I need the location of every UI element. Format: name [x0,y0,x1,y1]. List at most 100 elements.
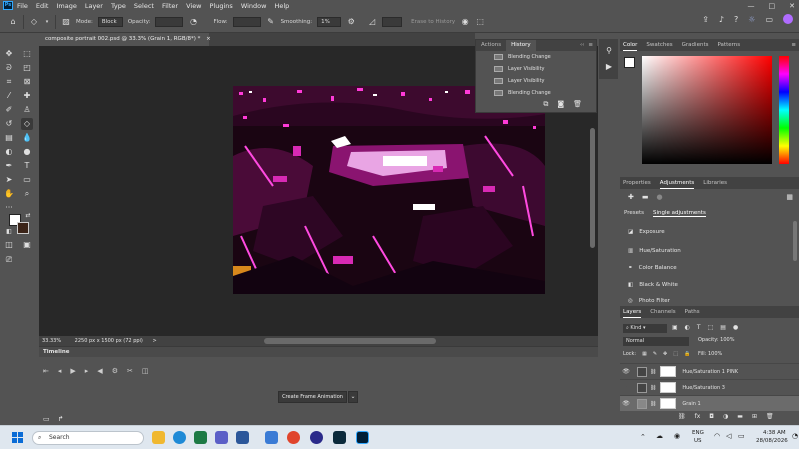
collapse-icon[interactable]: ‹‹ [580,40,588,51]
canvas-image[interactable] [233,86,545,294]
chevron-down-icon[interactable]: ⌄ [348,391,358,403]
notification-bell-icon[interactable]: ◔ [792,432,798,440]
adjustment-icon[interactable]: ◑ [723,413,728,420]
horizontal-scrollbar[interactable] [264,338,436,344]
language-top[interactable]: ENG [692,430,704,436]
eraser-tool-icon[interactable]: ◇ [21,118,33,130]
adjustment-filter-icon[interactable]: ◐ [685,324,690,331]
menu-type[interactable]: Type [111,2,126,10]
tab-single-adjustments[interactable]: Single adjustments [653,210,706,217]
new-layer-icon[interactable]: ⊞ [752,413,757,420]
help-icon[interactable]: ? [734,15,738,24]
quick-mask-icon[interactable]: ◫ [3,239,15,251]
angle-field[interactable] [382,16,403,27]
edit-toolbar-icon[interactable]: ⎚ [3,254,15,266]
grid-view-icon[interactable]: ▦ [786,193,793,201]
blend-mode-select[interactable]: Normal [623,337,689,346]
vertical-scrollbar[interactable] [590,128,595,248]
layer-mask-thumbnail[interactable] [660,382,677,393]
battery-icon[interactable]: ▭ [738,432,745,440]
adjustment-black-white[interactable]: ◧ Black & White [628,279,678,291]
maximize-button[interactable]: □ [769,2,776,10]
shape-filter-icon[interactable]: ⬚ [708,324,714,331]
brush-tool-icon[interactable]: ✐ [3,104,15,116]
pen-tool-icon[interactable]: ✒ [3,160,15,172]
eye-icon[interactable]: 👁 [620,400,632,407]
close-tab-icon[interactable]: × [206,36,211,42]
bell-icon[interactable]: ♪ [719,15,724,24]
screen-mode-icon[interactable]: ▣ [21,239,33,251]
panel-menu-icon[interactable]: ≡ [791,39,799,51]
home-icon[interactable]: ⌂ [8,17,18,27]
transition-icon[interactable]: ◫ [142,367,149,375]
tab-properties[interactable]: Properties [623,177,651,189]
create-frame-animation-button[interactable]: Create Frame Animation [278,391,347,403]
language-bottom[interactable]: US [694,438,702,444]
brush-settings-icon[interactable]: ▨ [61,17,71,27]
adjustment-exposure[interactable]: ◪ Exposure [628,226,665,238]
play-icon[interactable]: ▶ [70,367,75,375]
eye-icon[interactable]: 👁 [620,368,632,375]
add-mask-icon[interactable]: ◘ [709,413,714,420]
tab-swatches[interactable]: Swatches [646,39,672,51]
lock-position-icon[interactable]: ✥ [663,351,667,357]
adjustment-hue-saturation[interactable]: ▥ Hue/Saturation [628,245,681,257]
history-item[interactable]: Blending Change [476,51,596,63]
discover-icon[interactable]: ☼ [748,15,755,24]
type-tool-icon[interactable]: T [21,160,33,172]
smart-filter-icon[interactable]: ▤ [720,324,726,331]
marquee-tool-icon[interactable]: ⬚ [21,48,33,60]
tab-adjustments[interactable]: Adjustments [659,177,695,189]
tab-history[interactable]: History [506,40,536,51]
group-icon[interactable]: ▬ [737,413,743,420]
trash-icon[interactable]: 🗑 [766,413,774,420]
app-icon[interactable] [265,431,278,444]
folder-icon[interactable]: ▬ [642,193,649,201]
edge-icon[interactable] [173,431,186,444]
menu-plugins[interactable]: Plugins [210,2,233,10]
zoom-tool-icon[interactable]: ⌕ [21,188,33,200]
stamp-tool-icon[interactable]: ♙ [21,104,33,116]
avatar[interactable] [783,14,793,24]
render-icon[interactable]: ↱ [58,415,64,423]
teams-icon[interactable] [215,431,228,444]
path-select-tool-icon[interactable]: ➤ [3,174,15,186]
menu-layer[interactable]: Layer [85,2,103,10]
split-icon[interactable]: ✂ [127,367,133,375]
fx-icon[interactable]: fx [695,413,701,420]
lock-pixels-icon[interactable]: ✎ [653,351,657,357]
tab-layers[interactable]: Layers [623,306,642,318]
word-icon[interactable] [236,431,249,444]
smoothing-options-icon[interactable]: ⚙ [346,17,356,27]
layer-mask-thumbnail[interactable] [660,398,677,409]
dodge-tool-icon[interactable]: ◐ [3,146,15,158]
menu-select[interactable]: Select [134,2,154,10]
volume-icon[interactable]: ◁ [726,432,731,440]
minimize-button[interactable]: — [748,2,755,10]
pressure-opacity-icon[interactable]: ◔ [188,17,198,27]
menu-window[interactable]: Window [241,2,267,10]
opacity-field[interactable] [155,16,184,27]
foreground-color-swatch[interactable] [624,57,635,68]
history-panel-icon[interactable]: ⚲ [603,45,615,57]
fill-value[interactable]: 100% [708,351,722,357]
menu-help[interactable]: Help [274,2,289,10]
history-brush-tool-icon[interactable]: ↺ [3,118,15,130]
lightroom-icon[interactable] [333,431,346,444]
layer-mask-thumbnail[interactable] [660,366,677,377]
add-icon[interactable]: ✚ [628,193,634,201]
share-icon[interactable]: ⇪ [702,15,709,24]
close-button[interactable]: ✕ [789,2,795,10]
menu-view[interactable]: View [186,2,201,10]
rectangle-tool-icon[interactable]: ▭ [21,174,33,186]
tab-patterns[interactable]: Patterns [717,39,740,51]
document-tab[interactable]: composite portrait 002.psd @ 33.3% (Grai… [39,33,211,46]
convert-icon[interactable]: ▭ [43,415,50,423]
image-filter-icon[interactable]: ▣ [672,324,678,331]
settings-icon[interactable]: ⚙ [112,367,118,375]
type-filter-icon[interactable]: T [697,324,701,331]
mode-select[interactable]: Block [97,16,123,27]
audio-icon[interactable]: ◀ [97,367,102,375]
clock-time[interactable]: 4:38 AM [763,430,786,436]
flow-field[interactable] [232,16,261,27]
